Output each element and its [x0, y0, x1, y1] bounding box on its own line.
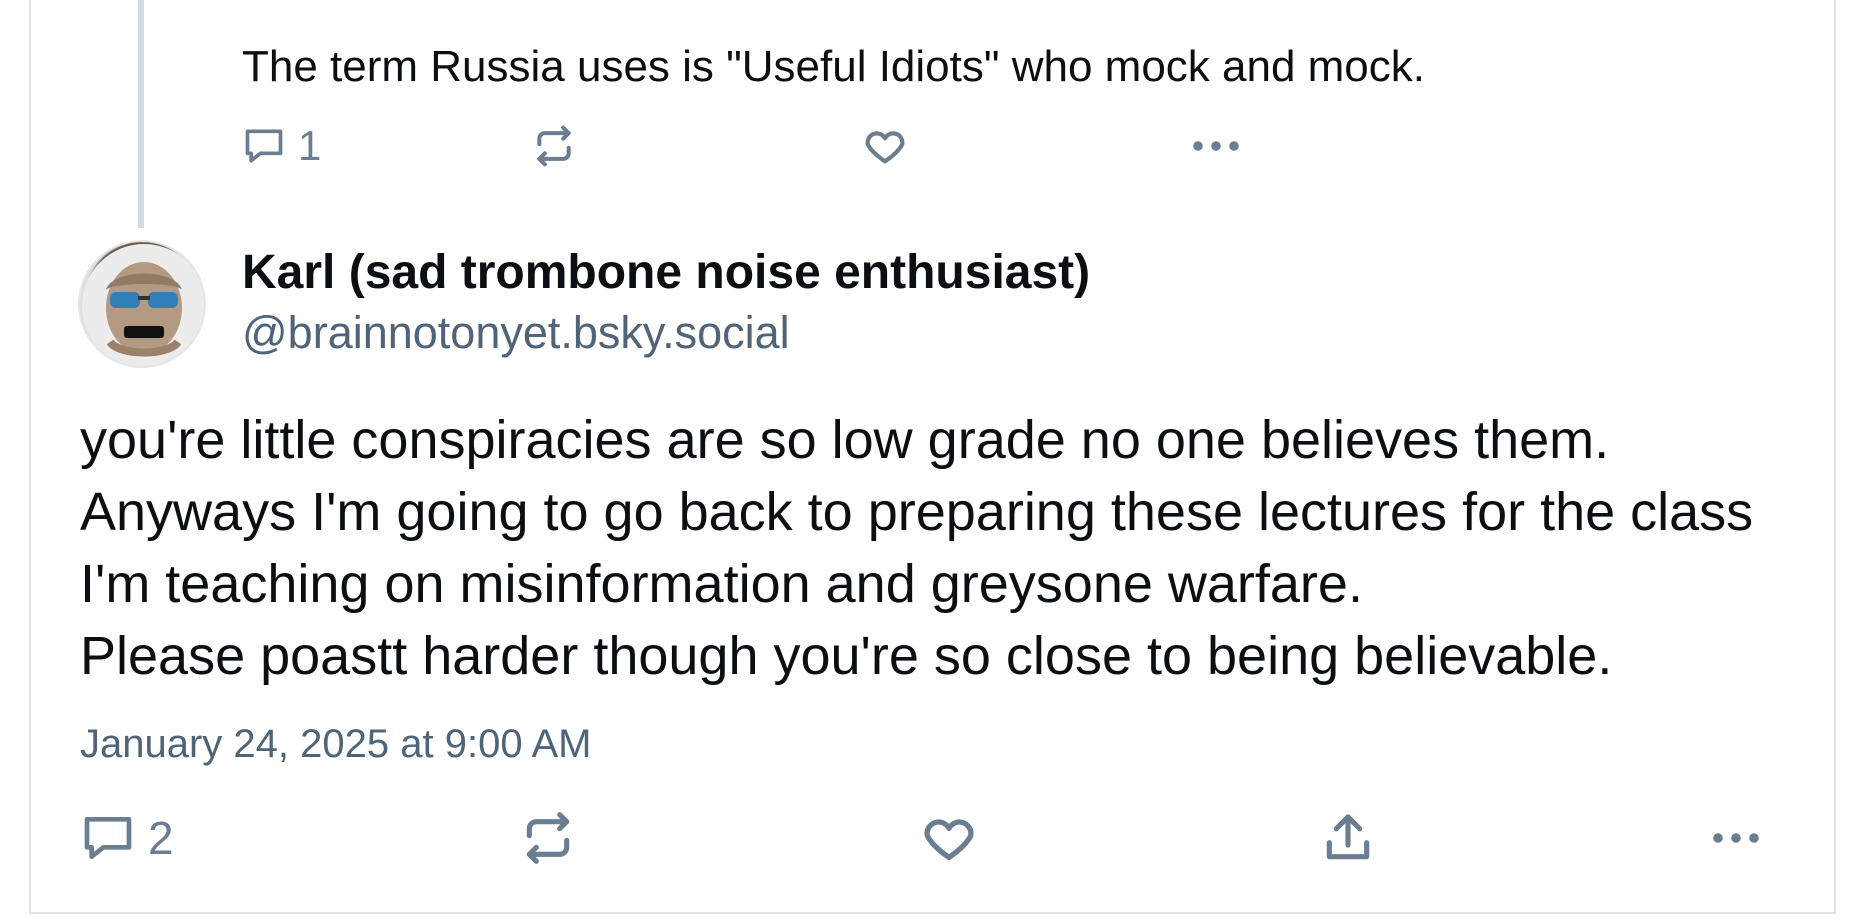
- parent-reply-count: 1: [298, 122, 322, 169]
- parent-reply-button[interactable]: 1: [242, 118, 321, 174]
- share-icon: [1326, 814, 1370, 860]
- reply-count: 2: [148, 812, 174, 864]
- more-icon: [1713, 833, 1759, 843]
- thread-connector-line: [138, 0, 144, 228]
- repost-icon: [537, 125, 571, 167]
- parent-post-actions: 1: [242, 118, 1482, 174]
- author-handle[interactable]: @brainnotonyet.bsky.social: [242, 305, 790, 361]
- post-text: you're little conspiracies are so low gr…: [80, 410, 1754, 686]
- post-actions: 2: [80, 806, 1780, 870]
- repost-icon: [526, 812, 570, 864]
- parent-repost-button[interactable]: [532, 118, 576, 174]
- like-button[interactable]: [920, 806, 978, 870]
- repost-button[interactable]: [520, 806, 576, 870]
- parent-like-button[interactable]: [862, 118, 908, 174]
- more-icon: [1193, 141, 1239, 151]
- author-display-name[interactable]: Karl (sad trombone noise enthusiast): [242, 244, 1090, 302]
- reply-icon: [245, 129, 283, 163]
- reply-button[interactable]: 2: [80, 806, 174, 870]
- like-icon: [865, 131, 905, 164]
- more-button[interactable]: [1710, 806, 1762, 870]
- share-button[interactable]: [1320, 806, 1376, 870]
- avatar-photo: [82, 244, 204, 366]
- like-icon: [924, 819, 974, 860]
- reply-icon: [84, 817, 132, 859]
- parent-post-text: The term Russia uses is "Useful Idiots" …: [242, 42, 1425, 91]
- avatar[interactable]: [78, 240, 206, 368]
- post-timestamp[interactable]: January 24, 2025 at 9:00 AM: [80, 718, 591, 770]
- parent-more-button[interactable]: [1192, 118, 1240, 174]
